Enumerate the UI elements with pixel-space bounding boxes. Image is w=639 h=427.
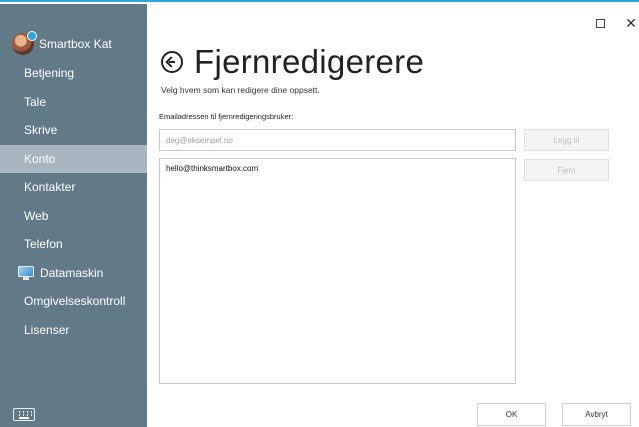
app-window: Smartbox Kat Betjening Tale Skrive Konto… bbox=[0, 0, 639, 427]
sidebar-item-tale[interactable]: Tale bbox=[0, 88, 147, 117]
sidebar-item-lisenser[interactable]: Lisenser bbox=[0, 316, 147, 345]
page-title: Fjernredigerere bbox=[194, 43, 425, 80]
close-icon[interactable]: ✕ bbox=[623, 15, 639, 31]
sidebar-item-telefon[interactable]: Telefon bbox=[0, 230, 147, 259]
page-header: Fjernredigerere bbox=[161, 42, 424, 82]
remote-editors-list[interactable]: hello@thinksmartbox.com bbox=[159, 158, 516, 384]
email-field[interactable] bbox=[159, 129, 516, 151]
sidebar-item-skrive[interactable]: Skrive bbox=[0, 116, 147, 145]
sidebar-item-konto[interactable]: Konto bbox=[0, 144, 147, 173]
page-subtitle: Velg hvem som kan redigere dine oppsett. bbox=[161, 85, 320, 95]
sidebar-item-label: Datamaskin bbox=[40, 265, 104, 280]
add-button[interactable]: Legg til bbox=[524, 129, 609, 151]
sidebar-item-label: Kontakter bbox=[24, 180, 76, 195]
list-item[interactable]: hello@thinksmartbox.com bbox=[160, 159, 515, 178]
sidebar-item-label: Web bbox=[24, 208, 49, 223]
sidebar-item-betjening[interactable]: Betjening bbox=[0, 59, 147, 88]
remove-button[interactable]: Fjern bbox=[524, 159, 609, 181]
user-name: Smartbox Kat bbox=[39, 37, 112, 51]
avatar bbox=[12, 31, 37, 55]
sidebar-item-web[interactable]: Web bbox=[0, 202, 147, 231]
sidebar-item-label: Tale bbox=[24, 94, 47, 109]
sidebar-nav: Betjening Tale Skrive Konto Kontakter We… bbox=[0, 59, 147, 344]
sidebar-item-label: Skrive bbox=[24, 123, 58, 138]
user-profile[interactable]: Smartbox Kat bbox=[12, 31, 112, 57]
ok-button[interactable]: OK bbox=[477, 403, 546, 426]
sidebar-item-omgivelseskontroll[interactable]: Omgivelseskontroll bbox=[0, 287, 147, 316]
back-arrow-icon[interactable] bbox=[161, 51, 183, 73]
sidebar-item-label: Konto bbox=[24, 151, 56, 166]
sidebar-item-datamaskin[interactable]: Datamaskin bbox=[0, 259, 147, 288]
sidebar-item-kontakter[interactable]: Kontakter bbox=[0, 173, 147, 202]
sidebar-item-label: Telefon bbox=[24, 237, 63, 252]
sidebar-item-label: Omgivelseskontroll bbox=[24, 294, 126, 309]
keyboard-icon[interactable] bbox=[13, 408, 35, 421]
sidebar-item-label: Betjening bbox=[24, 66, 75, 81]
cancel-button[interactable]: Avbryt bbox=[562, 403, 631, 426]
sidebar: Smartbox Kat Betjening Tale Skrive Konto… bbox=[0, 4, 147, 427]
maximize-icon[interactable] bbox=[592, 16, 608, 30]
sidebar-item-label: Lisenser bbox=[24, 322, 70, 337]
email-field-label: Emailadressen til fjernredigeringsbruker… bbox=[159, 112, 294, 121]
status-badge-icon bbox=[27, 31, 37, 41]
monitor-icon bbox=[18, 265, 34, 280]
